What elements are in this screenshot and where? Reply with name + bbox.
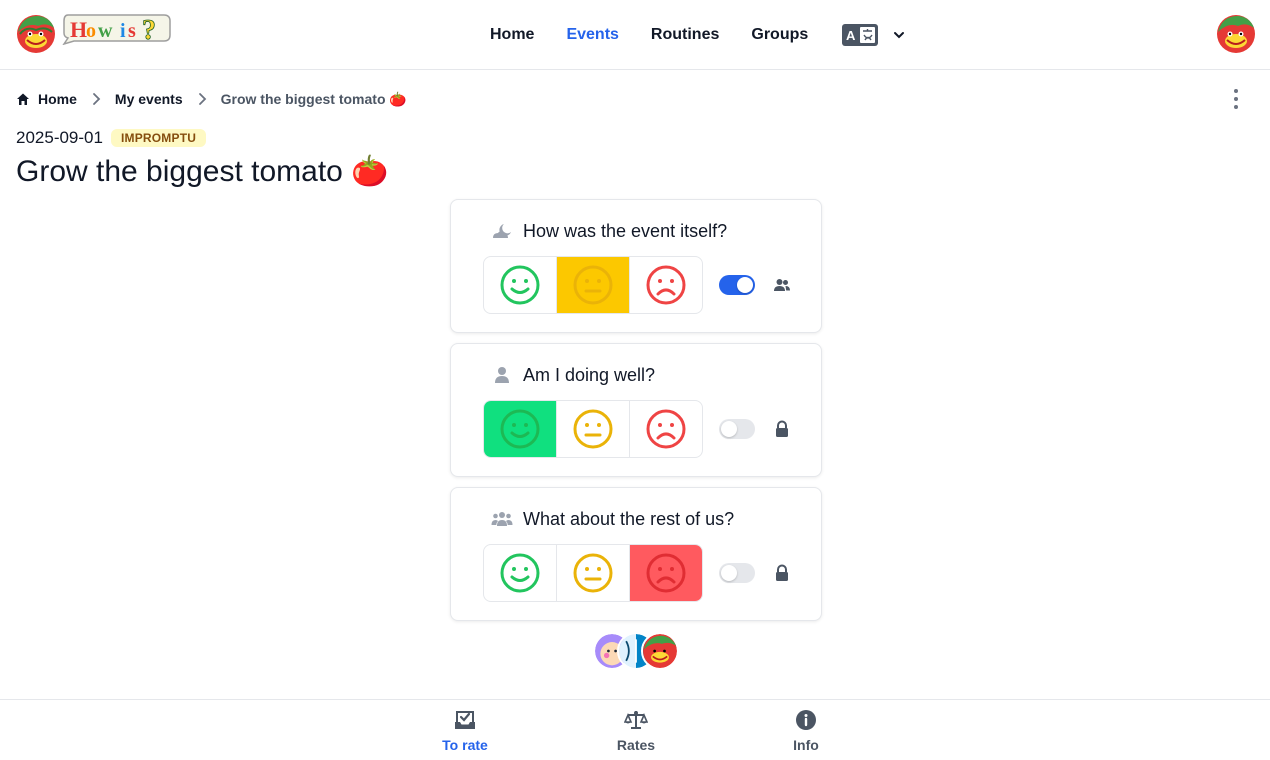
info-icon bbox=[796, 710, 816, 730]
participant-avatars bbox=[593, 632, 679, 670]
rating-group bbox=[483, 256, 703, 314]
share-toggle[interactable] bbox=[719, 275, 755, 295]
chevron-right-icon bbox=[93, 93, 101, 105]
logo-wordmark: H o w i s ? bbox=[62, 14, 171, 45]
share-toggle[interactable] bbox=[719, 563, 755, 583]
event-meta: 2025-09-01 IMPROMPTU bbox=[16, 128, 207, 148]
breadcrumb-current: Grow the biggest tomato 🍅 bbox=[220, 90, 407, 107]
neutral-face-icon bbox=[573, 265, 613, 305]
main-nav: Home Events Routines Groups A bbox=[490, 0, 906, 70]
tab-label: To rate bbox=[442, 737, 488, 753]
event-date: 2025-09-01 bbox=[16, 128, 103, 147]
rate-good-button[interactable] bbox=[484, 257, 557, 313]
question-text: Am I doing well? bbox=[523, 364, 656, 385]
nav-groups[interactable]: Groups bbox=[751, 26, 808, 44]
question-card: How was the event itself? bbox=[450, 199, 822, 333]
nav-routines[interactable]: Routines bbox=[651, 26, 719, 44]
bottom-tab-bar: To rate Rates Info bbox=[0, 699, 1270, 760]
person-icon bbox=[491, 364, 513, 386]
svg-text:o: o bbox=[86, 20, 96, 42]
svg-text:A: A bbox=[846, 28, 856, 43]
rating-group bbox=[483, 544, 703, 602]
top-navbar: H o w i s ? Home Events Routines Groups … bbox=[0, 0, 1270, 70]
svg-text:s: s bbox=[128, 20, 136, 42]
question-card: What about the rest of us? bbox=[450, 487, 822, 621]
group-icon bbox=[491, 508, 513, 530]
question-text: What about the rest of us? bbox=[523, 508, 735, 529]
question-card: Am I doing well? bbox=[450, 343, 822, 477]
user-avatar[interactable] bbox=[1216, 14, 1256, 54]
language-switcher[interactable]: A bbox=[842, 24, 906, 46]
rate-bad-button[interactable] bbox=[630, 545, 702, 601]
translate-icon: A bbox=[842, 24, 879, 46]
neutral-face-icon bbox=[573, 553, 613, 593]
breadcrumb-my-events[interactable]: My events bbox=[115, 91, 183, 107]
rate-neutral-button[interactable] bbox=[557, 257, 630, 313]
frown-face-icon bbox=[646, 409, 686, 449]
question-text: How was the event itself? bbox=[523, 220, 728, 241]
scale-icon bbox=[624, 711, 648, 729]
chevron-right-icon bbox=[198, 93, 206, 105]
smile-face-icon bbox=[500, 265, 540, 305]
neutral-face-icon bbox=[573, 409, 613, 449]
svg-text:?: ? bbox=[142, 15, 156, 45]
rate-good-button[interactable] bbox=[484, 545, 557, 601]
app-logo[interactable]: H o w i s ? bbox=[16, 14, 172, 54]
tomato-mascot-icon bbox=[17, 15, 55, 53]
status-badge: IMPROMPTU bbox=[110, 129, 207, 147]
rate-bad-button[interactable] bbox=[630, 257, 702, 313]
participant-avatar[interactable] bbox=[641, 632, 679, 670]
home-icon bbox=[17, 93, 29, 105]
tab-label: Rates bbox=[616, 737, 656, 753]
nav-home[interactable]: Home bbox=[490, 26, 534, 44]
smile-face-icon bbox=[500, 553, 540, 593]
svg-text:H: H bbox=[70, 17, 87, 42]
breadcrumb-home[interactable]: Home bbox=[38, 91, 77, 107]
inbox-check-icon bbox=[455, 711, 475, 729]
lock-icon bbox=[776, 420, 788, 437]
page-title: Grow the biggest tomato 🍅 bbox=[16, 155, 389, 188]
rating-group bbox=[483, 400, 703, 458]
tab-label: Info bbox=[793, 737, 819, 753]
breadcrumb: Home My events Grow the biggest tomato 🍅 bbox=[16, 89, 407, 109]
smile-face-icon bbox=[500, 409, 540, 449]
tab-rates[interactable]: Rates bbox=[576, 700, 696, 760]
nav-events[interactable]: Events bbox=[566, 26, 618, 44]
more-options-icon[interactable] bbox=[1226, 87, 1246, 111]
svg-text:i: i bbox=[120, 20, 126, 42]
svg-text:w: w bbox=[98, 20, 113, 42]
rate-bad-button[interactable] bbox=[630, 401, 702, 457]
share-toggle[interactable] bbox=[719, 419, 755, 439]
rate-good-button[interactable] bbox=[484, 401, 557, 457]
frown-face-icon bbox=[646, 265, 686, 305]
rate-neutral-button[interactable] bbox=[557, 545, 630, 601]
frown-face-icon bbox=[646, 553, 686, 593]
lock-icon bbox=[776, 564, 788, 581]
weather-night-icon bbox=[491, 220, 513, 242]
people-icon bbox=[774, 279, 790, 291]
tab-to-rate[interactable]: To rate bbox=[405, 700, 525, 760]
tab-info[interactable]: Info bbox=[746, 700, 866, 760]
chevron-down-icon bbox=[894, 32, 905, 39]
rate-neutral-button[interactable] bbox=[557, 401, 630, 457]
